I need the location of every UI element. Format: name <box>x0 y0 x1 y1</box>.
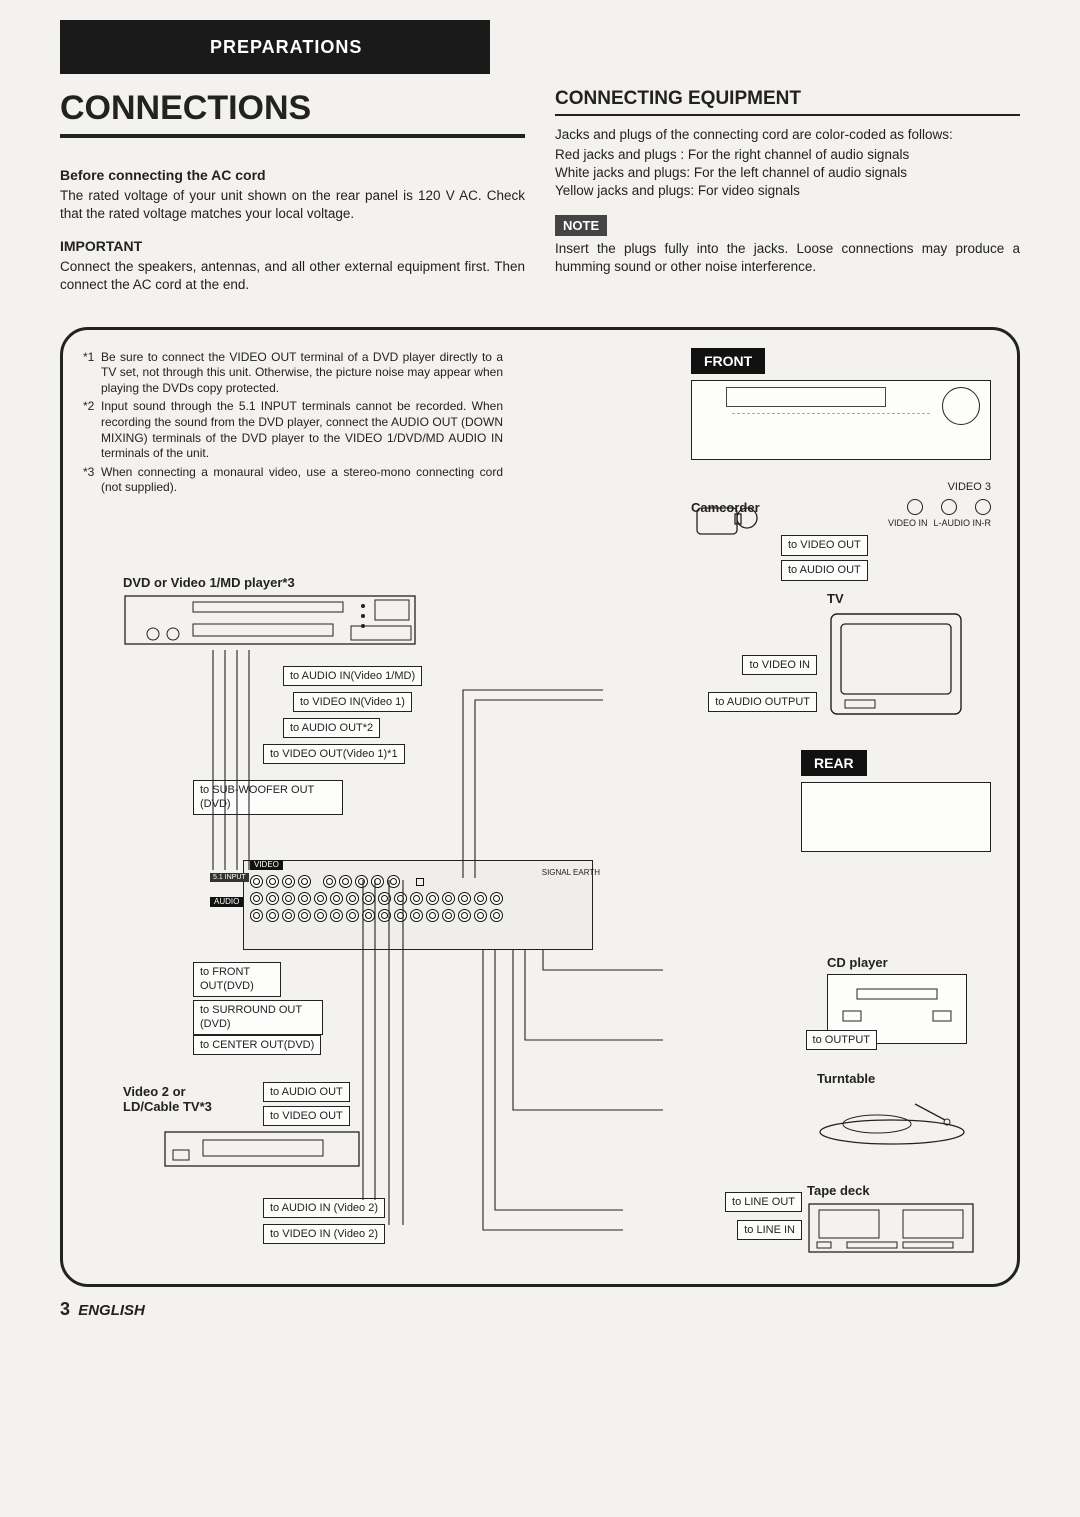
colorcode-yellow: Yellow jacks and plugs: For video signal… <box>555 182 1020 200</box>
paragraph-important: Connect the speakers, antennas, and all … <box>60 258 525 294</box>
turntable-icon <box>817 1090 967 1148</box>
rear-video-strip-label: VIDEO <box>250 860 283 871</box>
to-video-out-v1-label: to VIDEO OUT(Video 1)*1 <box>263 744 405 765</box>
to-center-out-label: to CENTER OUT(DVD) <box>193 1035 321 1056</box>
to-audio-in-v1-label: to AUDIO IN(Video 1/MD) <box>283 666 422 687</box>
video2-caption: Video 2 or LD/Cable TV*3 <box>123 1084 243 1115</box>
footnotes-block: *1Be sure to connect the VIDEO OUT termi… <box>83 350 503 496</box>
note-text: Insert the plugs fully into the jacks. L… <box>555 240 1020 276</box>
to-line-in-label: to LINE IN <box>737 1220 802 1241</box>
footnote-text-2: Input sound through the 5.1 INPUT termin… <box>101 399 503 461</box>
signal-earth-label: SIGNAL EARTH <box>542 869 600 877</box>
front-panel-block: FRONT VIDEO 3 Camcorder VIDEO IN L-AUDIO… <box>691 348 991 581</box>
front-panel-illustration <box>691 380 991 460</box>
turntable-caption: Turntable <box>817 1070 967 1088</box>
front-audio-l-jack <box>941 499 957 515</box>
to-video-out-b-label: to VIDEO OUT <box>263 1106 350 1127</box>
dvd-player-icon <box>123 594 423 664</box>
section-header-bar: PREPARATIONS <box>60 20 490 74</box>
dvd-caption: DVD or Video 1/MD player*3 <box>123 574 423 592</box>
front-videoin-label: VIDEO IN <box>888 517 928 529</box>
to-video-out-label: to VIDEO OUT <box>781 535 868 556</box>
section-title-connecting: CONNECTING EQUIPMENT <box>555 86 1020 116</box>
rear-audio-strip-label: AUDIO <box>210 897 243 908</box>
video2-caption-block: Video 2 or LD/Cable TV*3 <box>123 1084 243 1118</box>
tv-block: TV <box>827 590 967 725</box>
turntable-block: Turntable <box>817 1070 967 1153</box>
tapedeck-icon <box>807 1202 977 1262</box>
to-sub-out-label: to SUB-WOOFER OUT (DVD) <box>193 780 343 816</box>
colorcode-red: Red jacks and plugs : For the right chan… <box>555 146 1020 164</box>
to-audio-out-label: to AUDIO OUT <box>781 560 868 581</box>
to-video-in-label: to VIDEO IN <box>742 655 817 676</box>
tape-caption: Tape deck <box>807 1182 977 1200</box>
video2-device-icon <box>163 1130 363 1172</box>
footnote-text-3: When connecting a monaural video, use a … <box>101 465 503 496</box>
to-audio-output-label: to AUDIO OUTPUT <box>708 692 817 713</box>
paragraph-ac-cord: The rated voltage of your unit shown on … <box>60 187 525 223</box>
video3-label: VIDEO 3 <box>691 480 991 495</box>
to-front-out-label: to FRONT OUT(DVD) <box>193 962 281 998</box>
front-video-jack <box>907 499 923 515</box>
to-video-in-v2-label: to VIDEO IN (Video 2) <box>263 1224 385 1245</box>
cd-caption: CD player <box>827 954 967 972</box>
front-audio-r-jack <box>975 499 991 515</box>
page-language: ENGLISH <box>78 1302 145 1319</box>
video2-device-block <box>163 1130 363 1177</box>
footnote-marker-2: *2 <box>83 399 101 461</box>
to-audio-out-b-label: to AUDIO OUT <box>263 1082 350 1103</box>
dvd-player-block: DVD or Video 1/MD player*3 <box>123 574 423 669</box>
to-line-out-label: to LINE OUT <box>725 1192 802 1213</box>
connection-diagram: *1Be sure to connect the VIDEO OUT termi… <box>60 327 1020 1287</box>
footnote-marker-1: *1 <box>83 350 101 397</box>
rear-panel-label: REAR <box>801 750 867 777</box>
front-audioin-lr-label: L-AUDIO IN-R <box>933 517 991 529</box>
rear-panel-illustration <box>801 782 991 852</box>
paragraph-colorcode-intro: Jacks and plugs of the connecting cord a… <box>555 126 1020 144</box>
subheading-important: IMPORTANT <box>60 237 525 256</box>
tv-icon <box>827 610 967 720</box>
page-number: 3 <box>60 1299 70 1319</box>
footnote-marker-3: *3 <box>83 465 101 496</box>
page-footer: 3 ENGLISH <box>60 1297 1020 1321</box>
to-audio-out-2-label: to AUDIO OUT*2 <box>283 718 380 739</box>
to-audio-in-v2-label: to AUDIO IN (Video 2) <box>263 1198 385 1219</box>
tapedeck-block: Tape deck <box>807 1182 977 1267</box>
to-output-label: to OUTPUT <box>806 1030 877 1051</box>
to-video-in-v1-label: to VIDEO IN(Video 1) <box>293 692 412 713</box>
page-title: CONNECTIONS <box>60 86 525 138</box>
rear-51input-label: 5.1 INPUT <box>210 873 249 882</box>
rear-terminal-panel: VIDEO AUDIO 5.1 INPUT SIGNAL EARTH <box>243 860 593 950</box>
camcorder-icon <box>691 498 771 548</box>
colorcode-white: White jacks and plugs: For the left chan… <box>555 164 1020 182</box>
rear-panel-block: REAR <box>801 750 991 853</box>
to-surround-out-label: to SURROUND OUT (DVD) <box>193 1000 323 1036</box>
subheading-ac-cord: Before connecting the AC cord <box>60 166 525 185</box>
tv-caption: TV <box>827 590 967 608</box>
note-badge: NOTE <box>555 215 607 237</box>
front-panel-label: FRONT <box>691 348 765 375</box>
footnote-text-1: Be sure to connect the VIDEO OUT termina… <box>101 350 503 397</box>
section-header-label: PREPARATIONS <box>210 35 362 59</box>
